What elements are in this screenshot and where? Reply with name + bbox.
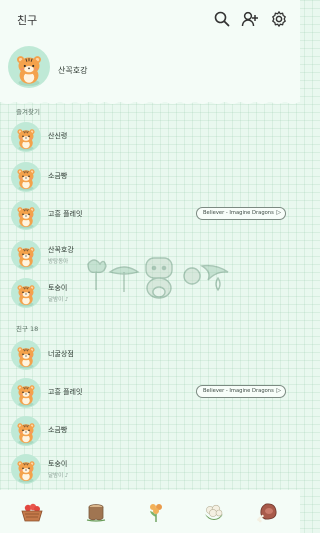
- friend-name: 산꼭호강: [48, 246, 74, 254]
- cauliflower-icon[interactable]: [202, 500, 226, 524]
- music-title: Believer - Imagine Dragons: [203, 388, 274, 394]
- friend-avatar[interactable]: [11, 162, 41, 192]
- play-icon[interactable]: ▷: [276, 387, 281, 394]
- friend-name: 토숭이: [48, 460, 68, 468]
- search-icon[interactable]: [213, 10, 231, 28]
- friend-avatar[interactable]: [11, 454, 41, 484]
- play-icon[interactable]: ▷: [276, 209, 281, 216]
- tree-stump-icon[interactable]: [84, 500, 108, 524]
- friends-section-title: 친구 18: [16, 325, 39, 333]
- friend-avatar[interactable]: [11, 340, 41, 370]
- friend-avatar[interactable]: [11, 240, 41, 270]
- friend-name: 산신령: [48, 132, 68, 140]
- fruit-basket-icon[interactable]: [20, 500, 44, 524]
- settings-icon[interactable]: [270, 10, 288, 28]
- meat-icon[interactable]: [256, 500, 280, 524]
- friend-item[interactable]: 고흥 플레잇 Believer - Imagine Dragons ▷: [0, 378, 300, 414]
- music-title: Believer - Imagine Dragons: [203, 210, 274, 216]
- music-pill[interactable]: Believer - Imagine Dragons ▷: [196, 207, 286, 220]
- favorite-item[interactable]: 고흥 플레잇 Believer - Imagine Dragons ▷: [0, 200, 300, 236]
- friend-status: 달밤이 ♪: [48, 473, 69, 479]
- music-pill[interactable]: Believer - Imagine Dragons ▷: [196, 385, 286, 398]
- profile-divider-wave: [0, 98, 300, 108]
- my-avatar[interactable]: [8, 46, 50, 88]
- add-friend-icon[interactable]: [241, 10, 259, 28]
- friend-name: 고흥 플레잇: [48, 388, 83, 396]
- friend-name: 소금빵: [48, 172, 68, 180]
- friend-status: 달밤이 ♪: [48, 297, 69, 303]
- friend-name: 너굴상점: [48, 350, 74, 358]
- friend-avatar[interactable]: [11, 200, 41, 230]
- friend-avatar[interactable]: [11, 416, 41, 446]
- friend-status: 방탕동아: [48, 259, 69, 265]
- friend-name: 토숭이: [48, 284, 68, 292]
- friend-item[interactable]: 토숭이 달밤이 ♪: [0, 454, 300, 490]
- friend-avatar[interactable]: [11, 278, 41, 308]
- flower-icon[interactable]: [144, 500, 168, 524]
- page-title: 친구: [17, 14, 38, 27]
- background-illustration: [84, 250, 236, 306]
- friend-avatar[interactable]: [11, 122, 41, 152]
- top-bar: 친구: [0, 0, 300, 40]
- my-profile[interactable]: 산꼭호강: [0, 40, 300, 102]
- favorites-section-title: 즐겨찾기: [16, 108, 40, 116]
- favorite-item[interactable]: 소금빵: [0, 162, 300, 198]
- favorite-item[interactable]: 산신령: [0, 122, 300, 158]
- friend-name: 소금빵: [48, 426, 68, 434]
- friend-item[interactable]: 너굴상점: [0, 340, 300, 376]
- my-profile-name: 산꼭호강: [58, 66, 88, 75]
- friend-item[interactable]: 소금빵: [0, 416, 300, 452]
- friend-avatar[interactable]: [11, 378, 41, 408]
- friend-name: 고흥 플레잇: [48, 210, 83, 218]
